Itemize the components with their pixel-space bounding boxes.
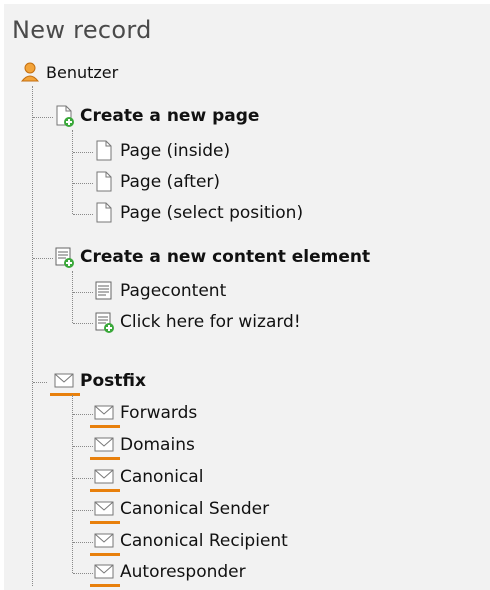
tree-branch	[73, 573, 93, 574]
content-icon	[94, 280, 114, 302]
mail-icon	[90, 530, 120, 556]
create-new-page-item[interactable]: Create a new page	[54, 105, 259, 127]
page-select-position-item[interactable]: Page (select position)	[94, 202, 303, 224]
postfix-label: Postfix	[80, 371, 146, 391]
tree-branch	[73, 478, 93, 479]
mail-underline	[90, 425, 120, 428]
forwards-item[interactable]: Forwards	[90, 402, 198, 428]
domains-label: Domains	[120, 435, 195, 455]
postfix-item[interactable]: Postfix	[50, 370, 146, 396]
page-icon	[94, 202, 114, 224]
canonical-sender-label: Canonical Sender	[120, 499, 270, 519]
mail-underline	[90, 457, 120, 460]
mail-underline	[90, 584, 120, 587]
new-content-element-icon	[54, 246, 74, 268]
forwards-label: Forwards	[120, 403, 198, 423]
canonical-item[interactable]: Canonical	[90, 466, 204, 492]
page-title: New record	[12, 16, 152, 44]
mail-icon	[90, 498, 120, 524]
create-new-content-element-label: Create a new content element	[80, 247, 371, 267]
create-new-content-element-item[interactable]: Create a new content element	[54, 246, 370, 268]
create-new-page-label: Create a new page	[80, 106, 260, 126]
user-icon	[20, 61, 40, 83]
autoresponder-item[interactable]: Autoresponder	[90, 561, 246, 587]
new-page-icon	[54, 105, 74, 127]
canonical-recipient-label: Canonical Recipient	[120, 531, 288, 551]
domains-item[interactable]: Domains	[90, 434, 195, 460]
tree-branch	[73, 183, 93, 184]
tree-line	[72, 130, 73, 214]
page-select-position-label: Page (select position)	[120, 203, 304, 223]
tree-branch	[73, 214, 93, 215]
tree-line	[72, 395, 73, 573]
canonical-label: Canonical	[120, 467, 204, 487]
tree-root-benutzer[interactable]: Benutzer	[20, 61, 118, 83]
mail-icon	[90, 434, 120, 460]
tree-line	[32, 86, 33, 586]
page-icon	[94, 171, 114, 193]
tree-branch	[73, 414, 93, 415]
tree-branch	[73, 292, 93, 293]
mail-underline	[90, 489, 120, 492]
mail-icon	[90, 561, 120, 587]
tree-branch	[73, 446, 93, 447]
mail-underline	[90, 553, 120, 556]
page-icon	[94, 140, 114, 162]
autoresponder-label: Autoresponder	[120, 562, 246, 582]
tree-branch	[33, 382, 47, 383]
canonical-recipient-item[interactable]: Canonical Recipient	[90, 530, 288, 556]
tree-branch	[33, 258, 53, 259]
mail-icon	[90, 402, 120, 428]
canonical-sender-item[interactable]: Canonical Sender	[90, 498, 270, 524]
wizard-label: Click here for wizard!	[120, 312, 301, 332]
wizard-icon	[94, 311, 114, 333]
pagecontent-item[interactable]: Pagecontent	[94, 280, 226, 302]
tree-branch	[73, 510, 93, 511]
mail-icon	[50, 370, 80, 396]
mail-icon	[90, 466, 120, 492]
tree-branch	[33, 117, 53, 118]
page-inside-label: Page (inside)	[120, 141, 231, 161]
pagecontent-label: Pagecontent	[120, 281, 227, 301]
wizard-item[interactable]: Click here for wizard!	[94, 311, 301, 333]
page-after-label: Page (after)	[120, 172, 221, 192]
page-inside-item[interactable]: Page (inside)	[94, 140, 230, 162]
tree-branch	[73, 323, 93, 324]
tree-root-label: Benutzer	[46, 62, 119, 82]
tree-branch	[73, 152, 93, 153]
tree-branch	[73, 542, 93, 543]
tree-line	[72, 271, 73, 323]
page-after-item[interactable]: Page (after)	[94, 171, 220, 193]
mail-underline	[90, 521, 120, 524]
mail-underline	[50, 393, 80, 396]
